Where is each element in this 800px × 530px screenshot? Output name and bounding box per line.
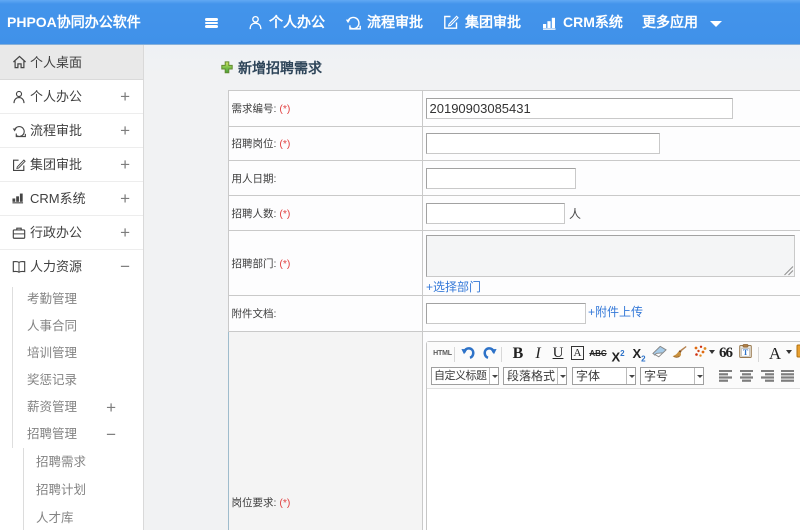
svg-text:T: T <box>743 348 749 357</box>
